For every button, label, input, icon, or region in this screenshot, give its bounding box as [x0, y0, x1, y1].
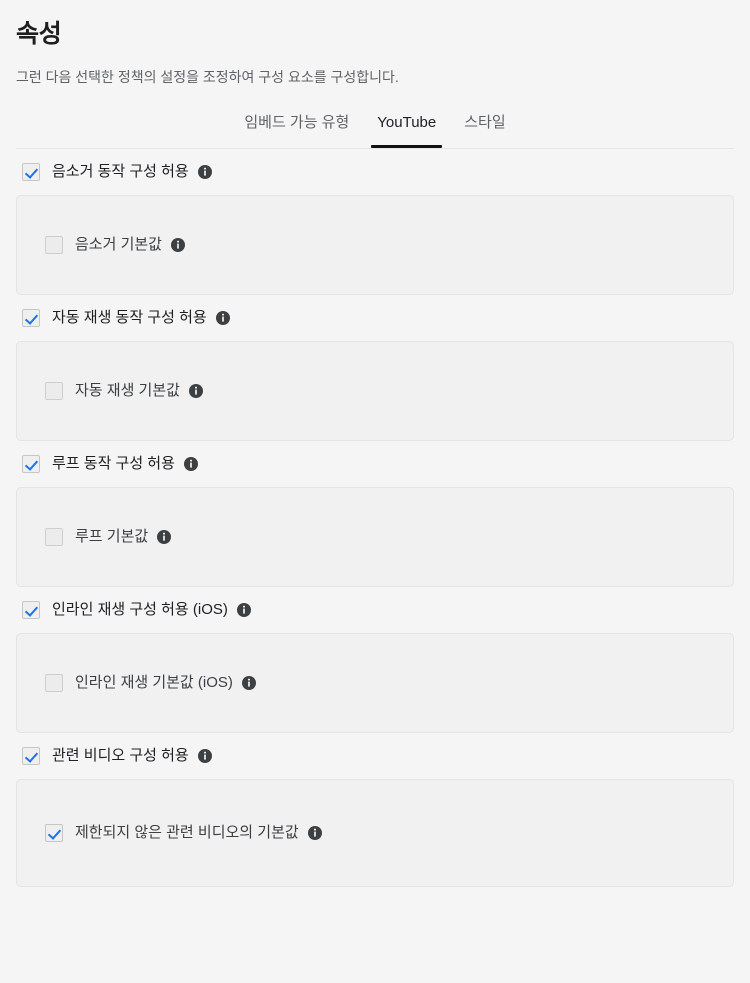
setting-panel-inline-playback-default: 인라인 재생 기본값 (iOS) [16, 633, 734, 733]
checkbox-related-videos-default[interactable] [45, 824, 63, 842]
setting-label: 음소거 동작 구성 허용 [52, 163, 189, 180]
info-icon[interactable] [307, 826, 322, 840]
properties-page: 속성 그런 다음 선택한 정책의 설정을 조정하여 구성 요소를 구성합니다. … [0, 0, 750, 983]
tab-embeddable-types[interactable]: 임베드 가능 유형 [230, 112, 363, 148]
setting-row-loop-allow[interactable]: 루프 동작 구성 허용 [16, 441, 734, 487]
setting-row-autoplay-allow[interactable]: 자동 재생 동작 구성 허용 [16, 295, 734, 341]
tab-divider [16, 148, 734, 149]
setting-label: 인라인 재생 구성 허용 (iOS) [52, 601, 228, 618]
info-icon[interactable] [236, 603, 251, 617]
setting-label: 인라인 재생 기본값 (iOS) [75, 674, 233, 691]
setting-panel-mute-default: 음소거 기본값 [16, 195, 734, 295]
info-icon[interactable] [197, 749, 212, 763]
setting-row-loop-default[interactable]: 루프 기본값 [45, 527, 172, 547]
info-icon[interactable] [197, 165, 212, 179]
page-subtitle: 그런 다음 선택한 정책의 설정을 조정하여 구성 요소를 구성합니다. [16, 69, 399, 85]
setting-label: 음소거 기본값 [75, 236, 162, 253]
setting-panel-related-videos-default: 제한되지 않은 관련 비디오의 기본값 [16, 779, 734, 887]
info-icon[interactable] [188, 384, 203, 398]
tab-bar: 임베드 가능 유형 YouTube 스타일 [16, 112, 734, 149]
checkbox-inline-playback-allow[interactable] [22, 601, 40, 619]
info-icon[interactable] [183, 457, 198, 471]
tab-youtube[interactable]: YouTube [363, 112, 450, 148]
settings-list: 음소거 동작 구성 허용 음소거 기본값 자동 재생 동작 구성 허용 자동 재… [16, 149, 734, 887]
setting-panel-loop-default: 루프 기본값 [16, 487, 734, 587]
setting-label: 관련 비디오 구성 허용 [52, 747, 189, 764]
setting-row-autoplay-default[interactable]: 자동 재생 기본값 [45, 381, 203, 401]
setting-row-related-videos-default[interactable]: 제한되지 않은 관련 비디오의 기본값 [45, 823, 322, 843]
tab-style[interactable]: 스타일 [450, 112, 519, 148]
tab-label: 스타일 [464, 114, 506, 131]
setting-label: 자동 재생 기본값 [75, 382, 180, 399]
checkbox-inline-playback-default[interactable] [45, 674, 63, 692]
tab-list: 임베드 가능 유형 YouTube 스타일 [16, 112, 734, 148]
setting-row-inline-playback-allow[interactable]: 인라인 재생 구성 허용 (iOS) [16, 587, 734, 633]
checkbox-autoplay-allow[interactable] [22, 309, 40, 327]
setting-row-inline-playback-default[interactable]: 인라인 재생 기본값 (iOS) [45, 673, 256, 693]
setting-row-mute-allow[interactable]: 음소거 동작 구성 허용 [16, 149, 734, 195]
info-icon[interactable] [170, 238, 185, 252]
setting-row-mute-default[interactable]: 음소거 기본값 [45, 235, 185, 255]
checkbox-autoplay-default[interactable] [45, 382, 63, 400]
checkbox-mute-allow[interactable] [22, 163, 40, 181]
tab-label: YouTube [377, 114, 437, 131]
checkbox-loop-allow[interactable] [22, 455, 40, 473]
checkbox-mute-default[interactable] [45, 236, 63, 254]
info-icon[interactable] [157, 530, 172, 544]
setting-label: 루프 기본값 [75, 528, 149, 545]
setting-label: 자동 재생 동작 구성 허용 [52, 309, 207, 326]
checkbox-loop-default[interactable] [45, 528, 63, 546]
info-icon[interactable] [215, 311, 230, 325]
info-icon[interactable] [241, 676, 256, 690]
page-title: 속성 [16, 20, 62, 48]
setting-label: 루프 동작 구성 허용 [52, 455, 175, 472]
setting-panel-autoplay-default: 자동 재생 기본값 [16, 341, 734, 441]
setting-label: 제한되지 않은 관련 비디오의 기본값 [75, 824, 299, 841]
checkbox-related-videos-allow[interactable] [22, 747, 40, 765]
setting-row-related-videos-allow[interactable]: 관련 비디오 구성 허용 [16, 733, 734, 779]
tab-label: 임베드 가능 유형 [244, 114, 350, 131]
